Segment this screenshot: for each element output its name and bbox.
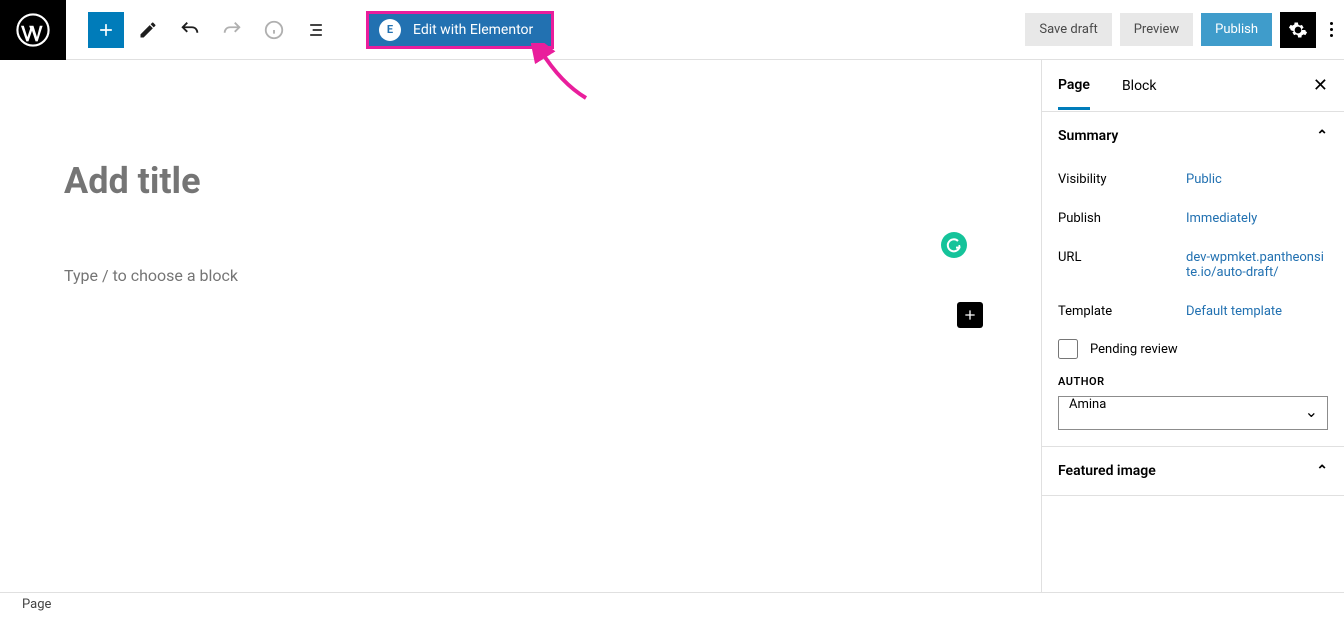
summary-header[interactable]: Summary ⌃ xyxy=(1042,112,1344,160)
summary-title: Summary xyxy=(1058,128,1118,144)
url-row: URL dev-wpmket.pantheonsite.io/auto-draf… xyxy=(1058,238,1328,292)
tab-block[interactable]: Block xyxy=(1122,64,1157,108)
author-select[interactable]: Amina xyxy=(1058,396,1328,430)
wordpress-logo[interactable] xyxy=(0,0,66,60)
save-draft-button[interactable]: Save draft xyxy=(1025,13,1111,46)
toolbar-right: Save draft Preview Publish xyxy=(1025,12,1344,48)
featured-image-header[interactable]: Featured image ⌃ xyxy=(1042,447,1344,495)
chevron-up-icon: ⌃ xyxy=(1316,128,1328,144)
grammarly-icon[interactable] xyxy=(941,232,967,258)
pending-review-label: Pending review xyxy=(1090,342,1178,357)
top-toolbar: E Edit with Elementor Save draft Preview… xyxy=(0,0,1344,60)
edit-with-elementor-button[interactable]: E Edit with Elementor xyxy=(366,11,554,49)
more-options-icon[interactable] xyxy=(1324,22,1342,37)
author-select-wrap: Amina xyxy=(1058,396,1328,430)
summary-body: Visibility Public Publish Immediately UR… xyxy=(1042,160,1344,446)
featured-image-section: Featured image ⌃ xyxy=(1042,447,1344,496)
page-title-input[interactable] xyxy=(64,160,794,202)
url-label: URL xyxy=(1058,250,1186,280)
add-block-button[interactable] xyxy=(88,12,124,48)
block-placeholder[interactable]: Type / to choose a block xyxy=(64,266,977,285)
outline-icon[interactable] xyxy=(298,12,334,48)
add-block-inline-button[interactable] xyxy=(957,302,983,328)
editor-canvas: Type / to choose a block xyxy=(0,60,1041,592)
publish-button[interactable]: Publish xyxy=(1201,13,1272,46)
summary-section: Summary ⌃ Visibility Public Publish Imme… xyxy=(1042,112,1344,447)
pending-review-checkbox[interactable] xyxy=(1058,339,1078,359)
visibility-label: Visibility xyxy=(1058,172,1186,187)
author-label: AUTHOR xyxy=(1058,375,1328,396)
edit-tools-icon[interactable] xyxy=(130,12,166,48)
settings-sidebar: Page Block ✕ Summary ⌃ Visibility Public… xyxy=(1041,60,1344,592)
template-value[interactable]: Default template xyxy=(1186,304,1328,319)
publish-row: Publish Immediately xyxy=(1058,199,1328,238)
chevron-up-icon: ⌃ xyxy=(1316,463,1328,479)
toolbar-left: E Edit with Elementor xyxy=(66,11,554,49)
elementor-label: Edit with Elementor xyxy=(413,22,533,38)
tab-page[interactable]: Page xyxy=(1058,63,1090,110)
undo-icon[interactable] xyxy=(172,12,208,48)
url-value[interactable]: dev-wpmket.pantheonsite.io/auto-draft/ xyxy=(1186,250,1328,280)
settings-button[interactable] xyxy=(1280,12,1316,48)
close-panel-icon[interactable]: ✕ xyxy=(1313,75,1328,96)
pending-review-row: Pending review xyxy=(1058,331,1328,375)
visibility-row: Visibility Public xyxy=(1058,160,1328,199)
visibility-value[interactable]: Public xyxy=(1186,172,1328,187)
publish-label: Publish xyxy=(1058,211,1186,226)
info-icon[interactable] xyxy=(256,12,292,48)
template-label: Template xyxy=(1058,304,1186,319)
elementor-icon: E xyxy=(379,19,401,41)
sidebar-tabs: Page Block ✕ xyxy=(1042,60,1344,112)
template-row: Template Default template xyxy=(1058,292,1328,331)
redo-icon[interactable] xyxy=(214,12,250,48)
breadcrumb[interactable]: Page xyxy=(22,597,51,612)
main-area: Type / to choose a block Page Block ✕ Su… xyxy=(0,60,1344,592)
preview-button[interactable]: Preview xyxy=(1120,13,1193,46)
publish-value[interactable]: Immediately xyxy=(1186,211,1328,226)
breadcrumb-bar: Page xyxy=(0,592,1344,620)
featured-image-title: Featured image xyxy=(1058,463,1156,479)
